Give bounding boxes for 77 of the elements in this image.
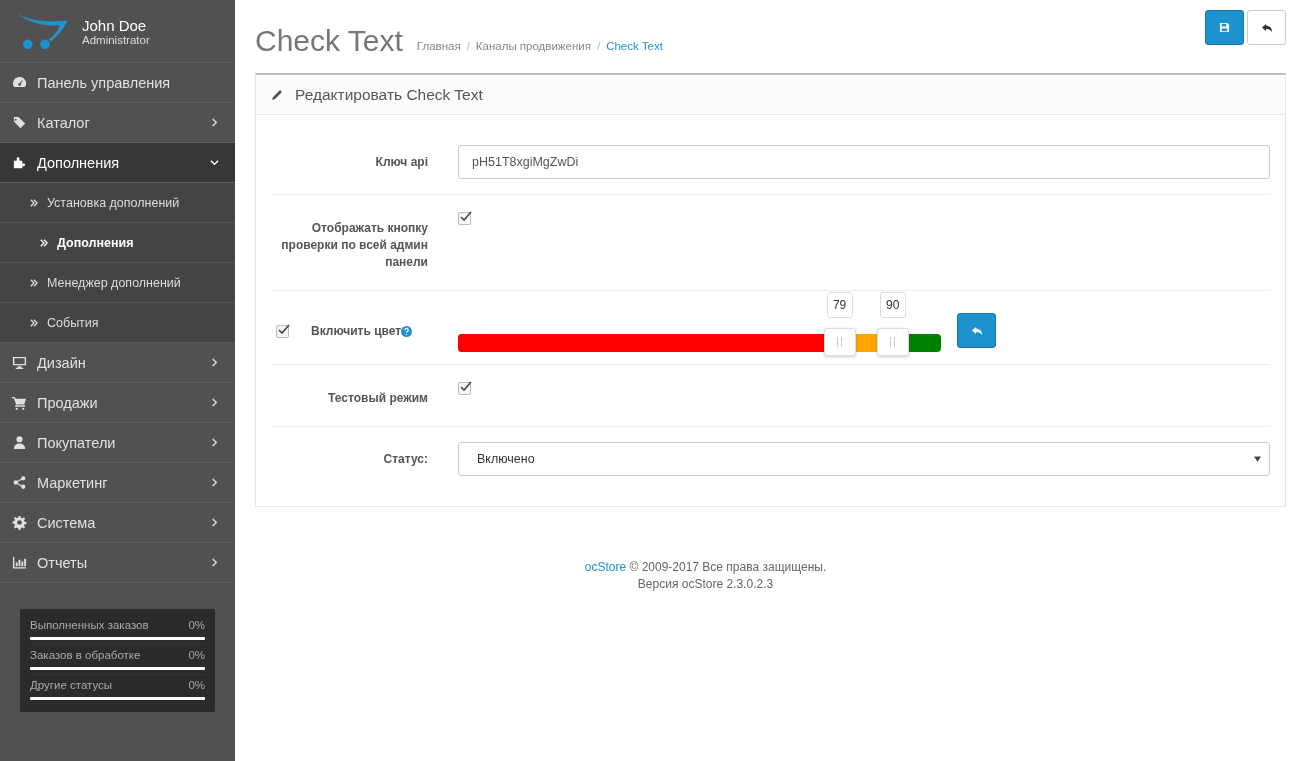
field-label: Включить цвет — [311, 322, 402, 340]
puzzle-icon — [12, 155, 27, 170]
slider-value: 90 — [879, 292, 906, 318]
panel-title: Редактировать Check Text — [295, 85, 483, 104]
chevron-right-icon — [210, 518, 219, 527]
user-icon — [12, 435, 27, 450]
slider-handle[interactable] — [823, 328, 856, 356]
checkbox[interactable] — [458, 212, 471, 225]
chevron-right-icon — [210, 558, 219, 567]
checkmark-icon — [459, 210, 473, 224]
bar-chart-icon — [12, 555, 27, 570]
menu-item[interactable]: Маркетинг — [0, 463, 235, 503]
dashboard-icon — [12, 75, 27, 90]
footer-link[interactable]: ocStore — [584, 560, 627, 574]
submenu-item[interactable]: Менеджер дополнений — [0, 263, 235, 303]
menu-item[interactable]: Панель управления — [0, 63, 235, 103]
page-title: Check Text — [255, 26, 403, 58]
slider-handle[interactable] — [876, 328, 909, 356]
share-icon — [12, 475, 27, 490]
back-button[interactable] — [1247, 10, 1286, 45]
tags-icon — [12, 115, 27, 130]
field-label: Тестовый режим — [328, 390, 428, 407]
stat-label: Выполненных заказов — [30, 619, 149, 631]
submenu-item[interactable]: Установка дополнений — [0, 183, 235, 223]
chevron-right-icon — [210, 478, 219, 487]
reset-button[interactable] — [957, 313, 996, 348]
submenu-item[interactable]: События — [0, 303, 235, 343]
chevron-right-icon — [210, 438, 219, 447]
chevron-right-icon — [210, 118, 219, 127]
stat-percent: 0% — [188, 679, 205, 691]
menu-item[interactable]: Система — [0, 503, 235, 543]
checkbox[interactable] — [276, 324, 289, 338]
stat-label: Заказов в обработке — [30, 649, 141, 661]
checkmark-icon — [277, 322, 291, 337]
breadcrumb-separator: / — [466, 40, 470, 52]
double-chevron-icon — [30, 278, 38, 287]
cart-icon — [12, 395, 27, 410]
copyright-text: © 2009-2017 Все права защищены. — [628, 560, 827, 574]
breadcrumb-link[interactable]: Главная — [416, 40, 461, 52]
breadcrumb-link[interactable]: Check Text — [606, 40, 663, 52]
stat-percent: 0% — [188, 619, 205, 631]
menu-item[interactable]: Дизайн — [0, 343, 235, 383]
field-label: Статус: — [383, 450, 428, 468]
help-icon — [401, 325, 413, 337]
checkmark-icon — [459, 380, 473, 394]
menu-item[interactable]: Продажи — [0, 383, 235, 423]
api-key-field[interactable]: pH51T8xgiMgZwDi — [458, 145, 1270, 179]
caret-down-icon — [1254, 456, 1261, 462]
save-button[interactable] — [1205, 10, 1244, 45]
field-label: Отображать кнопку проверки по всей админ панели — [280, 220, 428, 271]
gear-icon — [12, 515, 27, 530]
submenu-item[interactable]: Дополнения — [0, 223, 235, 263]
chevron-right-icon — [210, 398, 219, 407]
menu-item[interactable]: Дополнения — [0, 143, 235, 183]
range-slider[interactable] — [458, 328, 941, 356]
status-select[interactable]: Включено — [458, 442, 1270, 476]
chevron-right-icon — [210, 358, 219, 367]
user-name: John Doe — [82, 16, 148, 34]
breadcrumb-separator: / — [596, 40, 601, 52]
breadcrumb-link[interactable]: Каналы продвижения — [475, 40, 591, 52]
reply-arrow-icon — [970, 324, 983, 337]
stat-percent: 0% — [188, 649, 205, 661]
user-role: Administrator — [82, 33, 150, 46]
stat-label: Другие статусы — [30, 679, 113, 691]
pencil-icon — [271, 88, 283, 101]
slider-value: 79 — [826, 292, 853, 318]
reply-arrow-icon — [1260, 21, 1273, 34]
menu-item[interactable]: Покупатели — [0, 423, 235, 463]
version-text: Версия ocStore 2.3.0.2.3 — [636, 576, 775, 593]
field-label: Ключ api — [375, 153, 428, 171]
checkbox[interactable] — [458, 382, 471, 395]
menu-item[interactable]: Отчеты — [0, 543, 235, 583]
double-chevron-icon — [30, 318, 38, 327]
double-chevron-icon — [40, 238, 48, 247]
double-chevron-icon — [30, 198, 38, 207]
monitor-icon — [12, 355, 27, 370]
chevron-down-icon — [210, 158, 219, 167]
